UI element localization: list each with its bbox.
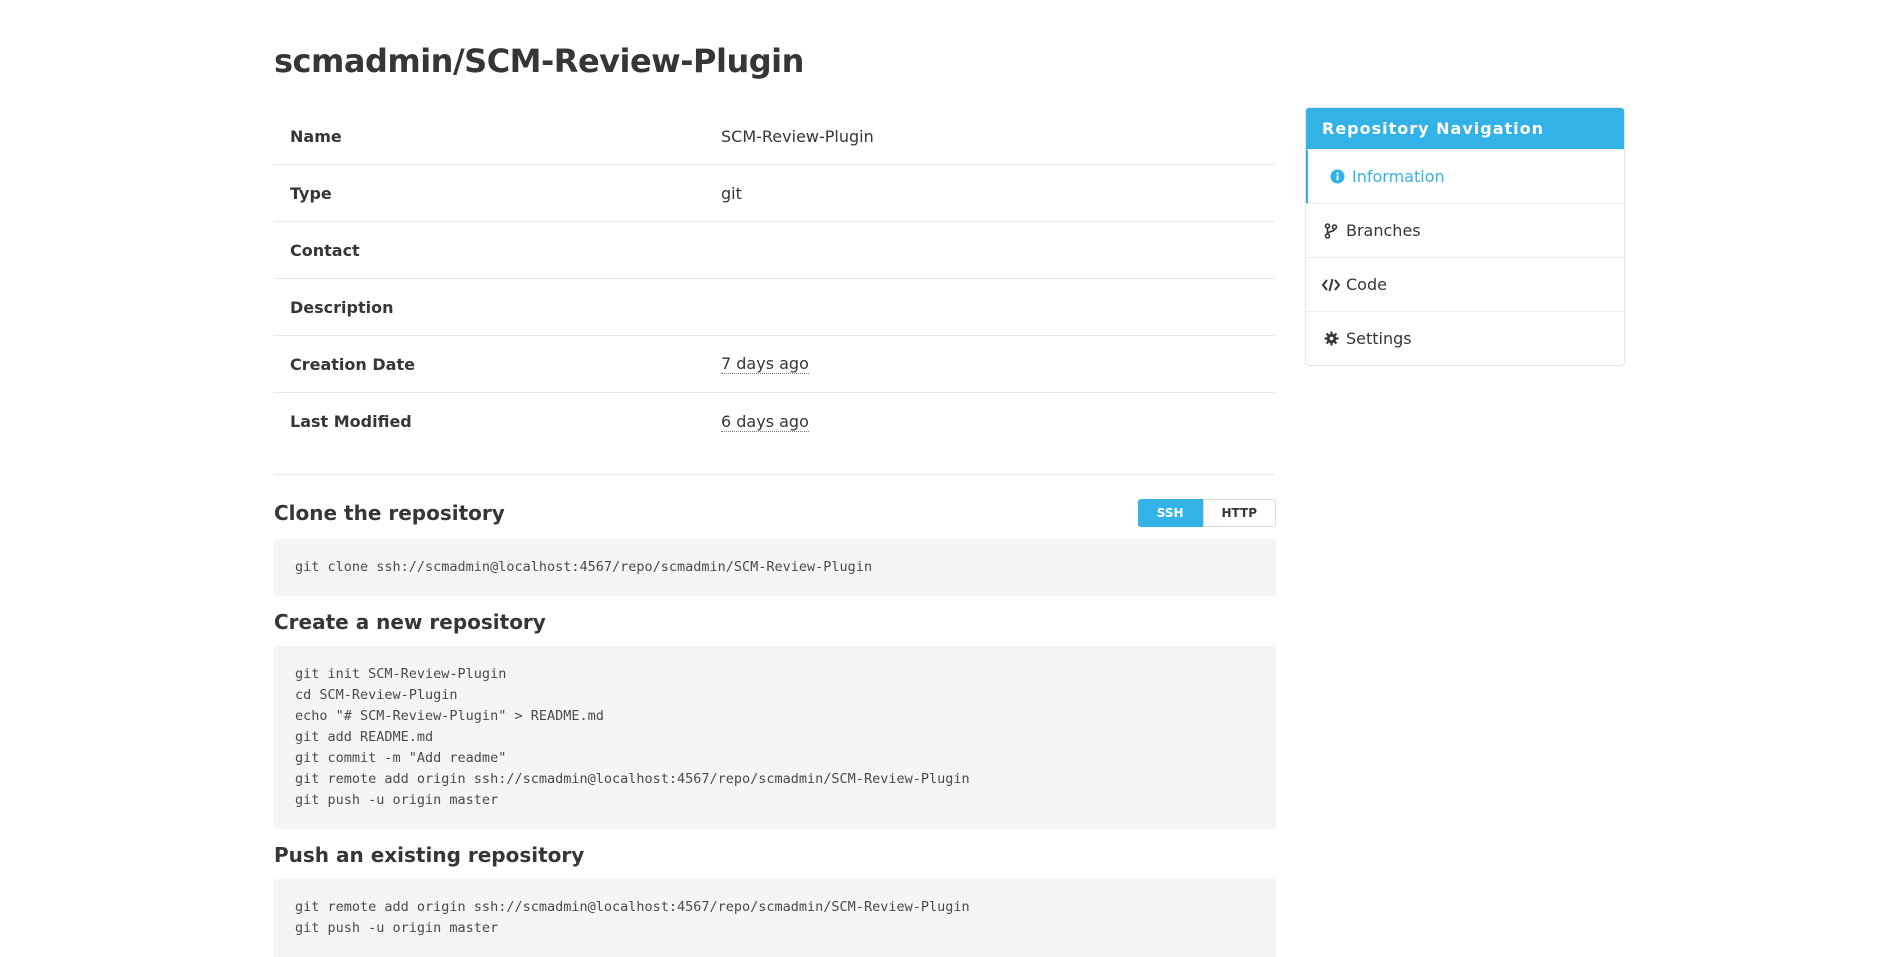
clone-command-block: git clone ssh://scmadmin@localhost:4567/… (274, 539, 1276, 596)
push-section-title: Push an existing repository (274, 843, 585, 867)
code-icon (1322, 278, 1340, 292)
info-row-description: Description (274, 279, 1276, 336)
repository-information-panel: Name SCM-Review-Plugin Type git Contact … (274, 108, 1276, 957)
sidebar-item-label: Information (1352, 167, 1445, 186)
info-row-name: Name SCM-Review-Plugin (274, 108, 1276, 165)
ssh-button[interactable]: SSH (1137, 499, 1203, 527)
section-divider (274, 474, 1276, 475)
info-label: Creation Date (290, 354, 415, 374)
info-label: Contact (290, 240, 360, 260)
page-title: scmadmin/SCM-Review-Plugin (274, 42, 804, 80)
http-button[interactable]: HTTP (1202, 499, 1276, 527)
info-circle-icon (1328, 169, 1346, 184)
sidebar-item-information[interactable]: Information (1306, 149, 1624, 203)
create-section-title: Create a new repository (274, 610, 546, 634)
sidebar-item-label: Settings (1346, 329, 1412, 348)
sidebar-item-settings[interactable]: Settings (1306, 311, 1624, 365)
info-label: Type (290, 183, 332, 203)
clone-header: Clone the repository SSH HTTP (274, 499, 1276, 527)
protocol-toggle: SSH HTTP (1137, 499, 1276, 527)
info-value: 7 days ago (721, 354, 809, 374)
clone-section-title: Clone the repository (274, 501, 505, 525)
info-row-contact: Contact (274, 222, 1276, 279)
info-row-type: Type git (274, 165, 1276, 222)
cog-icon (1322, 331, 1340, 346)
code-branch-icon (1322, 222, 1340, 239)
info-row-last-modified: Last Modified 6 days ago (274, 393, 1276, 450)
push-commands-block: git remote add origin ssh://scmadmin@loc… (274, 879, 1276, 957)
info-label: Last Modified (290, 412, 412, 431)
sidebar-item-label: Code (1346, 275, 1387, 294)
sidebar-item-code[interactable]: Code (1306, 257, 1624, 311)
info-label: Description (290, 297, 394, 317)
info-value: 6 days ago (721, 411, 809, 432)
info-row-creation-date: Creation Date 7 days ago (274, 336, 1276, 393)
repository-navigation: Repository Navigation Information Branch… (1305, 107, 1625, 366)
sidebar-item-branches[interactable]: Branches (1306, 203, 1624, 257)
repository-navigation-header: Repository Navigation (1306, 108, 1624, 149)
info-value: git (721, 183, 742, 203)
info-value: SCM-Review-Plugin (721, 126, 874, 146)
create-commands-block: git init SCM-Review-Plugin cd SCM-Review… (274, 646, 1276, 829)
sidebar-item-label: Branches (1346, 221, 1421, 240)
info-label: Name (290, 126, 342, 146)
repository-info-table: Name SCM-Review-Plugin Type git Contact … (274, 108, 1276, 450)
